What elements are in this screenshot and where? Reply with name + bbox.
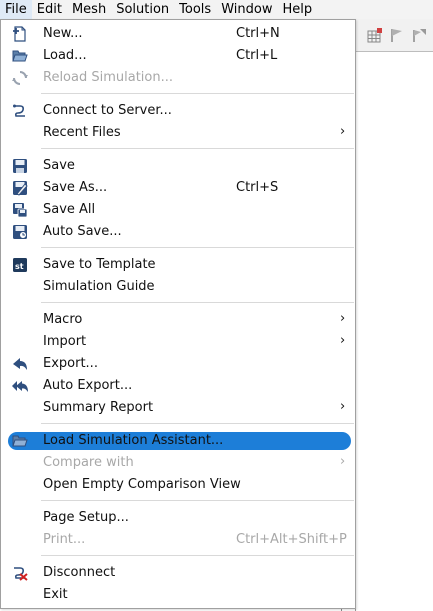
menu-item-reload[interactable]: Reload Simulation...: [2, 67, 354, 89]
shortcut-text: Ctrl+L: [236, 48, 278, 63]
menu-separator: [41, 423, 354, 424]
svg-text:st: st: [15, 262, 24, 271]
menu-item-label: Print...: [43, 532, 86, 547]
menu-item-save-template[interactable]: st Save to Template: [2, 254, 354, 276]
menu-item-recent-files[interactable]: Recent Files ›: [2, 122, 354, 144]
menu-item-disconnect[interactable]: Disconnect: [2, 562, 354, 584]
menu-item-load[interactable]: Load... Ctrl+L: [2, 45, 354, 67]
menu-item-load-simulation-assistant[interactable]: Load Simulation Assistant...: [2, 430, 354, 452]
menu-edit[interactable]: Edit: [32, 0, 67, 19]
menu-file[interactable]: File: [0, 0, 32, 19]
menu-item-export[interactable]: Export...: [2, 353, 354, 375]
menu-item-compare-with[interactable]: Compare with ›: [2, 452, 354, 474]
menu-item-label: Connect to Server...: [43, 103, 172, 118]
menu-item-label: Disconnect: [43, 565, 116, 580]
menu-tools[interactable]: Tools: [174, 0, 216, 19]
menu-solution[interactable]: Solution: [111, 0, 174, 19]
menu-item-label: Save to Template: [43, 257, 156, 272]
menu-separator: [41, 302, 354, 303]
menu-item-label: Open Empty Comparison View: [43, 477, 241, 492]
file-menu-dropdown: New... Ctrl+N Load... Ctrl+L Reload Simu…: [0, 19, 356, 609]
grid-icon[interactable]: [367, 27, 383, 43]
menu-item-label: Load Simulation Assistant...: [43, 433, 224, 448]
auto-save-icon: [13, 225, 27, 239]
menu-item-import[interactable]: Import ›: [2, 331, 354, 353]
save-icon: [13, 159, 27, 173]
menu-item-save-all[interactable]: Save All: [2, 199, 354, 221]
toolbar-strip: [355, 19, 433, 52]
menu-item-save-as[interactable]: Save As... Ctrl+S: [2, 177, 354, 199]
menu-item-label: Load...: [43, 48, 87, 63]
menu-item-label: Save All: [43, 202, 96, 217]
menu-item-exit[interactable]: Exit: [2, 584, 354, 606]
export-icon: [13, 358, 27, 370]
menu-item-summary-report[interactable]: Summary Report ›: [2, 397, 354, 419]
menu-item-label: New...: [43, 26, 83, 41]
menu-item-label: Auto Export...: [43, 378, 133, 393]
shortcut-text: Ctrl+Alt+Shift+P: [236, 532, 347, 547]
menu-item-label: Auto Save...: [43, 224, 122, 239]
menu-item-label: Recent Files: [43, 125, 121, 140]
menu-item-label: Export...: [43, 356, 98, 371]
save-as-icon: [13, 181, 28, 196]
shortcut-text: Ctrl+N: [236, 26, 280, 41]
menu-item-macro[interactable]: Macro ›: [2, 309, 354, 331]
submenu-arrow-icon: ›: [340, 311, 346, 326]
menu-item-new[interactable]: New... Ctrl+N: [2, 23, 354, 45]
menu-item-save[interactable]: Save: [2, 155, 354, 177]
menu-separator: [41, 93, 354, 94]
menu-item-label: Summary Report: [43, 400, 154, 415]
flag-pair-icon[interactable]: [411, 27, 427, 43]
menu-item-label: Reload Simulation...: [43, 70, 174, 85]
menu-item-auto-save[interactable]: Auto Save...: [2, 221, 354, 243]
menu-item-label: Simulation Guide: [43, 279, 155, 294]
menu-separator: [41, 500, 354, 501]
new-file-icon: [13, 26, 26, 42]
save-all-icon: [13, 203, 28, 218]
menu-separator: [41, 247, 354, 248]
menu-item-label: Save: [43, 158, 75, 173]
auto-export-icon: [12, 381, 28, 392]
flag-icon[interactable]: [389, 27, 405, 43]
menu-item-connect[interactable]: Connect to Server...: [2, 100, 354, 122]
menu-item-label: Page Setup...: [43, 510, 129, 525]
menu-separator: [41, 148, 354, 149]
submenu-arrow-icon: ›: [340, 333, 346, 348]
reload-icon: [12, 71, 28, 85]
menubar: File Edit Mesh Solution Tools Window Hel…: [0, 0, 433, 19]
menu-item-label: Save As...: [43, 180, 108, 195]
submenu-arrow-icon: ›: [340, 454, 346, 469]
template-icon: st: [13, 258, 27, 272]
folder-open-icon: [12, 50, 28, 62]
menu-item-label: Import: [43, 334, 87, 349]
menu-item-print[interactable]: Print... Ctrl+Alt+Shift+P: [2, 529, 354, 551]
menu-help[interactable]: Help: [277, 0, 317, 19]
submenu-arrow-icon: ›: [340, 124, 346, 139]
shortcut-text: Ctrl+S: [236, 180, 279, 195]
folder-open-icon: [12, 435, 28, 447]
menu-item-label: Macro: [43, 312, 83, 327]
menu-mesh[interactable]: Mesh: [67, 0, 111, 19]
submenu-arrow-icon: ›: [340, 399, 346, 414]
menu-item-page-setup[interactable]: Page Setup...: [2, 507, 354, 529]
menu-item-simulation-guide[interactable]: Simulation Guide: [2, 276, 354, 298]
menu-item-label: Exit: [43, 587, 68, 602]
disconnect-icon: [14, 567, 28, 581]
menu-window[interactable]: Window: [216, 0, 277, 19]
menu-separator: [41, 555, 354, 556]
connect-icon: [13, 104, 25, 117]
menu-item-auto-export[interactable]: Auto Export...: [2, 375, 354, 397]
menu-item-label: Compare with: [43, 455, 134, 470]
menu-item-open-comparison-view[interactable]: Open Empty Comparison View: [2, 474, 354, 496]
